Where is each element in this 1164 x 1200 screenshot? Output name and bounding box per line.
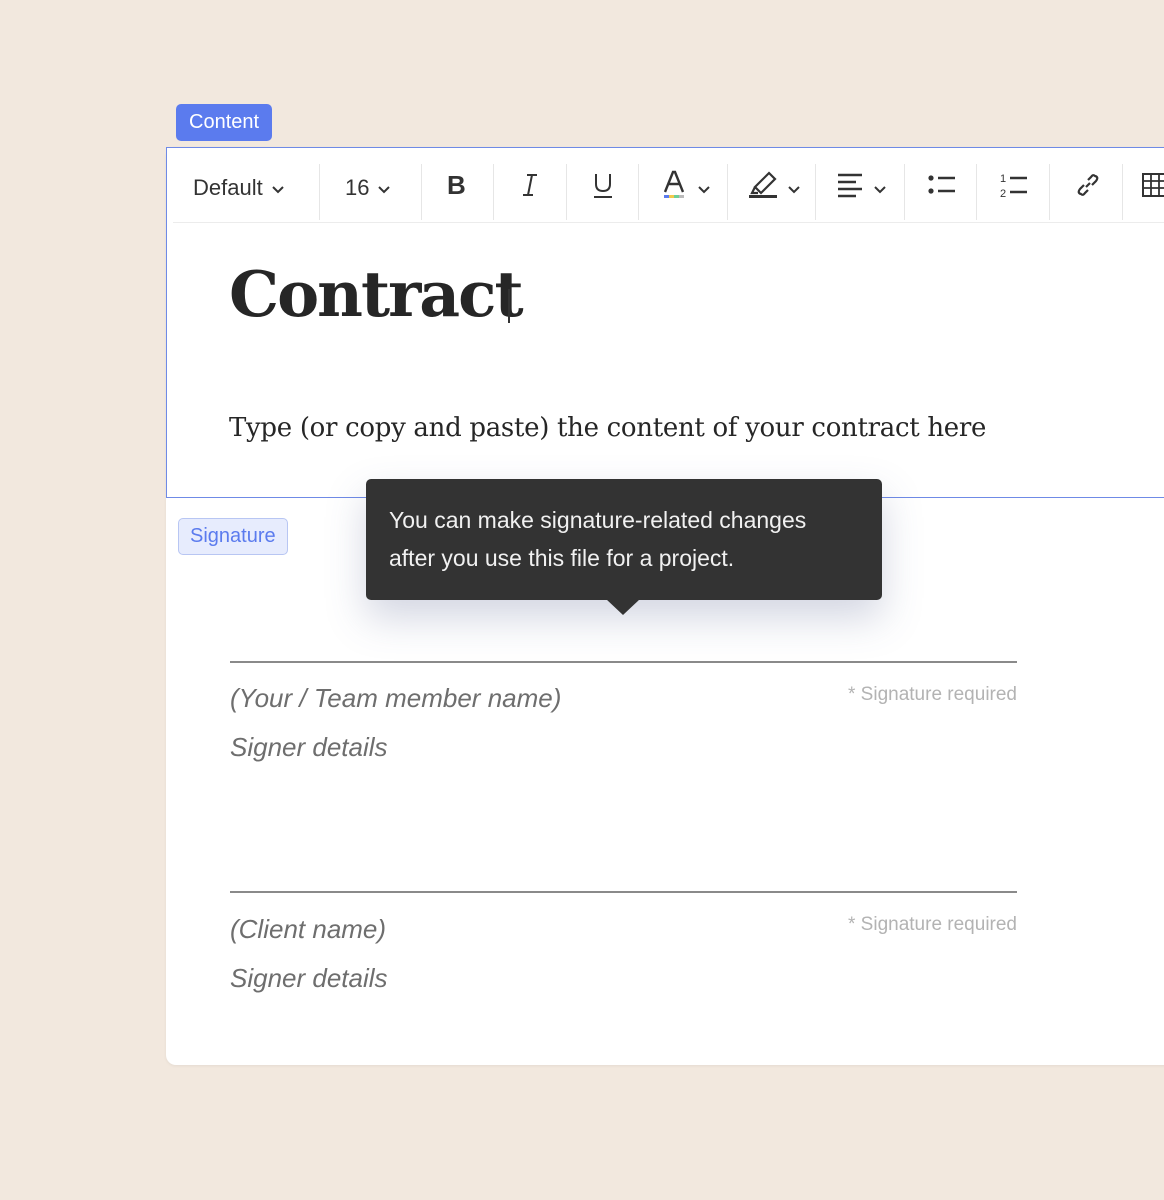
style-select[interactable]: Default — [193, 154, 285, 222]
chevron-down-icon — [873, 175, 887, 201]
formatting-toolbar: Default 16 B 1 2 — [173, 154, 1164, 223]
signature-required-label: * Signature required — [848, 914, 1017, 935]
numbered-list-button[interactable]: 12 — [999, 154, 1029, 222]
document-body[interactable]: Type (or copy and paste) the content of … — [229, 413, 986, 443]
svg-text:1: 1 — [1000, 173, 1006, 185]
signer-details[interactable]: Signer details — [230, 963, 388, 994]
table-button[interactable] — [1141, 154, 1164, 222]
tooltip-arrow — [606, 599, 640, 615]
chevron-down-icon — [377, 175, 391, 201]
align-button[interactable] — [837, 154, 887, 222]
text-color-button[interactable] — [661, 154, 711, 222]
numbered-list-icon: 12 — [999, 171, 1029, 205]
font-size-select[interactable]: 16 — [345, 154, 391, 222]
toolbar-divider — [566, 164, 567, 220]
toolbar-divider — [976, 164, 977, 220]
underline-button[interactable] — [591, 154, 615, 222]
underline-icon — [591, 171, 615, 205]
chevron-down-icon — [271, 175, 285, 201]
signer-details[interactable]: Signer details — [230, 732, 388, 763]
document-title[interactable]: Contract — [229, 256, 524, 332]
chevron-down-icon — [697, 175, 711, 201]
signature-required-label: * Signature required — [848, 684, 1017, 705]
bullet-list-icon — [927, 173, 957, 203]
toolbar-divider — [904, 164, 905, 220]
toolbar-divider — [727, 164, 728, 220]
tooltip-text: after you use this file for a project. — [389, 545, 735, 571]
style-select-value: Default — [193, 175, 263, 200]
text-color-icon — [661, 170, 689, 206]
signer-name[interactable]: (Client name) — [230, 914, 386, 945]
signature-line — [230, 891, 1017, 893]
bullet-list-button[interactable] — [927, 154, 957, 222]
signature-tooltip: You can make signature-related changes a… — [366, 479, 882, 600]
content-section-tag: Content — [176, 104, 273, 141]
font-size-value: 16 — [345, 175, 370, 200]
toolbar-divider — [421, 164, 422, 220]
signature-line — [230, 661, 1017, 663]
toolbar-divider — [1122, 164, 1123, 220]
align-left-icon — [837, 172, 865, 204]
table-icon — [1141, 172, 1164, 204]
svg-text:2: 2 — [1000, 188, 1006, 199]
toolbar-divider — [638, 164, 639, 220]
content-section[interactable]: Default 16 B 1 2 Contract Type (or copy … — [166, 147, 1164, 498]
bold-button[interactable]: B — [445, 154, 469, 222]
link-button[interactable] — [1075, 154, 1101, 222]
toolbar-divider — [1049, 164, 1050, 220]
signature-section-tag: Signature — [178, 518, 288, 555]
link-icon — [1075, 172, 1101, 204]
tooltip-text: You can make signature-related changes — [389, 507, 807, 533]
highlight-icon — [747, 170, 779, 206]
svg-text:B: B — [447, 172, 466, 198]
signer-name[interactable]: (Your / Team member name) — [230, 683, 561, 714]
toolbar-divider — [319, 164, 320, 220]
highlight-button[interactable] — [747, 154, 801, 222]
italic-button[interactable] — [519, 154, 541, 222]
toolbar-divider — [493, 164, 494, 220]
italic-icon — [519, 172, 541, 204]
toolbar-divider — [815, 164, 816, 220]
text-cursor — [508, 289, 510, 323]
bold-icon: B — [445, 170, 469, 204]
chevron-down-icon — [787, 175, 801, 201]
